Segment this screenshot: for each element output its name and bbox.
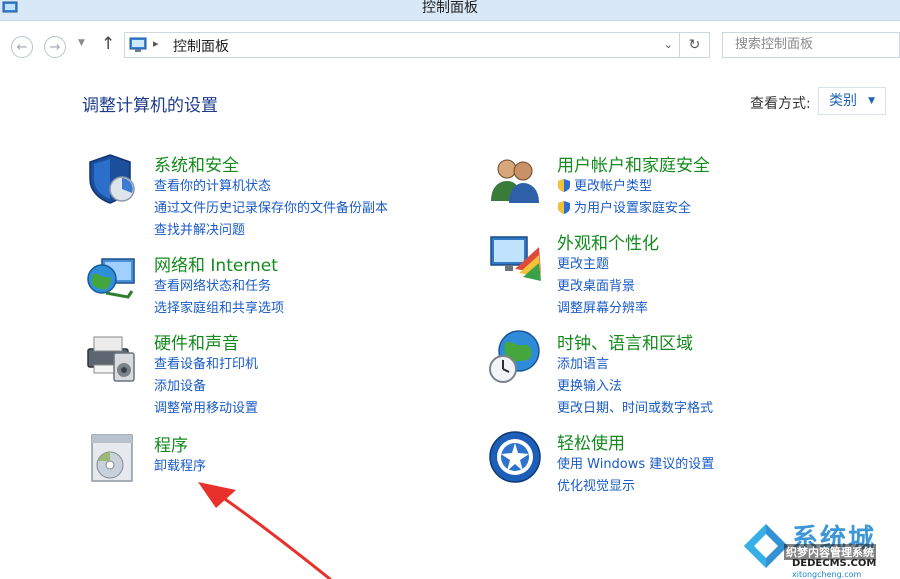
printer-speaker-icon: [87, 336, 135, 382]
category-clock-language-region: 时钟、语言和区域 添加语言 更换输入法 更改日期、时间或数字格式: [487, 329, 887, 419]
link-family-safety[interactable]: 为用户设置家庭安全: [557, 198, 691, 220]
ease-of-access-icon: [489, 431, 541, 483]
programs-disc-icon: [91, 434, 133, 482]
link-add-language[interactable]: 添加语言: [557, 354, 713, 376]
link-label: 更改帐户类型: [574, 179, 653, 194]
window-title: 控制面板: [422, 0, 478, 16]
link-optimize-visual-display[interactable]: 优化视觉显示: [557, 476, 714, 498]
link-screen-resolution[interactable]: 调整屏幕分辨率: [557, 298, 648, 320]
link-homegroup-sharing[interactable]: 选择家庭组和共享选项: [154, 298, 284, 320]
link-change-input-method[interactable]: 更换输入法: [557, 376, 713, 398]
address-bar[interactable]: ▸ 控制面板 ⌄: [124, 32, 680, 58]
monitor-palette-icon: [490, 236, 541, 281]
users-icon: [491, 159, 539, 203]
breadcrumb-separator-icon: ▸: [153, 37, 159, 50]
category-title[interactable]: 程序: [154, 431, 188, 456]
link-recommended-settings[interactable]: 使用 Windows 建议的设置: [557, 454, 714, 476]
view-by-label: 查看方式:: [750, 96, 811, 112]
address-dropdown-icon[interactable]: ⌄: [664, 38, 673, 51]
category-hardware-sound: 硬件和声音 查看设备和打印机 添加设备 调整常用移动设置: [84, 329, 464, 419]
link-view-computer-status[interactable]: 查看你的计算机状态: [154, 176, 388, 198]
breadcrumb-control-panel[interactable]: 控制面板: [173, 36, 229, 56]
category-title[interactable]: 硬件和声音: [154, 329, 239, 354]
link-network-status[interactable]: 查看网络状态和任务: [154, 276, 284, 298]
shield-icon: [89, 154, 135, 204]
uac-shield-icon: [558, 201, 570, 214]
up-level-button[interactable]: ↑: [101, 34, 115, 54]
back-arrow-icon: ←: [16, 40, 28, 55]
forward-button[interactable]: →: [44, 36, 66, 58]
link-devices-printers[interactable]: 查看设备和打印机: [154, 354, 258, 376]
view-by-value: 类别: [829, 93, 857, 109]
title-bar: 控制面板: [0, 0, 900, 21]
category-ease-of-access: 轻松使用 使用 Windows 建议的设置 优化视觉显示: [487, 429, 887, 499]
globe-clock-icon: [489, 330, 540, 383]
category-title[interactable]: 系统和安全: [154, 151, 239, 176]
watermark-line3: xitongcheng.com: [792, 570, 862, 579]
link-file-history-backup[interactable]: 通过文件历史记录保存你的文件备份副本: [154, 198, 388, 220]
category-title[interactable]: 用户帐户和家庭安全: [557, 151, 710, 176]
category-network-internet: 网络和 Internet 查看网络状态和任务 选择家庭组和共享选项: [84, 251, 464, 321]
refresh-button[interactable]: ↻: [680, 32, 710, 58]
forward-arrow-icon: →: [49, 40, 61, 55]
category-system-security: 系统和安全 查看你的计算机状态 通过文件历史记录保存你的文件备份副本 查找并解决…: [84, 151, 464, 241]
link-desktop-background[interactable]: 更改桌面背景: [557, 276, 648, 298]
category-user-accounts: 用户帐户和家庭安全 更改帐户类型 为用户设置家庭安全: [487, 151, 887, 221]
link-date-time-format[interactable]: 更改日期、时间或数字格式: [557, 398, 713, 420]
link-change-theme[interactable]: 更改主题: [557, 254, 648, 276]
recent-locations-dropdown-icon[interactable]: ▼: [78, 38, 85, 48]
network-globe-icon: [87, 258, 135, 299]
category-programs: 程序 卸载程序: [84, 431, 464, 491]
link-add-device[interactable]: 添加设备: [154, 376, 258, 398]
link-mobility-settings[interactable]: 调整常用移动设置: [154, 398, 258, 420]
uac-shield-icon: [558, 179, 570, 192]
page-title: 调整计算机的设置: [82, 96, 218, 116]
link-troubleshoot[interactable]: 查找并解决问题: [154, 220, 388, 242]
link-change-account-type[interactable]: 更改帐户类型: [557, 176, 691, 198]
chevron-down-icon: ▼: [868, 96, 875, 106]
control-panel-icon: [129, 37, 147, 52]
link-label: 为用户设置家庭安全: [574, 201, 692, 216]
refresh-icon: ↻: [688, 37, 701, 53]
watermark-line2: DEDECMS.COM: [792, 558, 877, 569]
view-by-dropdown[interactable]: 类别 ▼: [818, 87, 886, 115]
category-title[interactable]: 外观和个性化: [557, 229, 659, 254]
search-input[interactable]: 搜索控制面板: [722, 32, 900, 58]
link-uninstall-program[interactable]: 卸载程序: [154, 456, 206, 478]
watermark: 系统城 织梦内容管理系统 DEDECMS.COM xitongcheng.com: [740, 518, 900, 579]
category-title[interactable]: 轻松使用: [557, 429, 625, 454]
category-title[interactable]: 时钟、语言和区域: [557, 329, 693, 354]
category-appearance: 外观和个性化 更改主题 更改桌面背景 调整屏幕分辨率: [487, 229, 887, 319]
navigation-bar: ← → ▼ ↑ ▸ 控制面板 ⌄ ↻ 搜索控制面板: [0, 22, 900, 68]
back-button[interactable]: ←: [11, 36, 33, 58]
category-title[interactable]: 网络和 Internet: [154, 251, 278, 276]
